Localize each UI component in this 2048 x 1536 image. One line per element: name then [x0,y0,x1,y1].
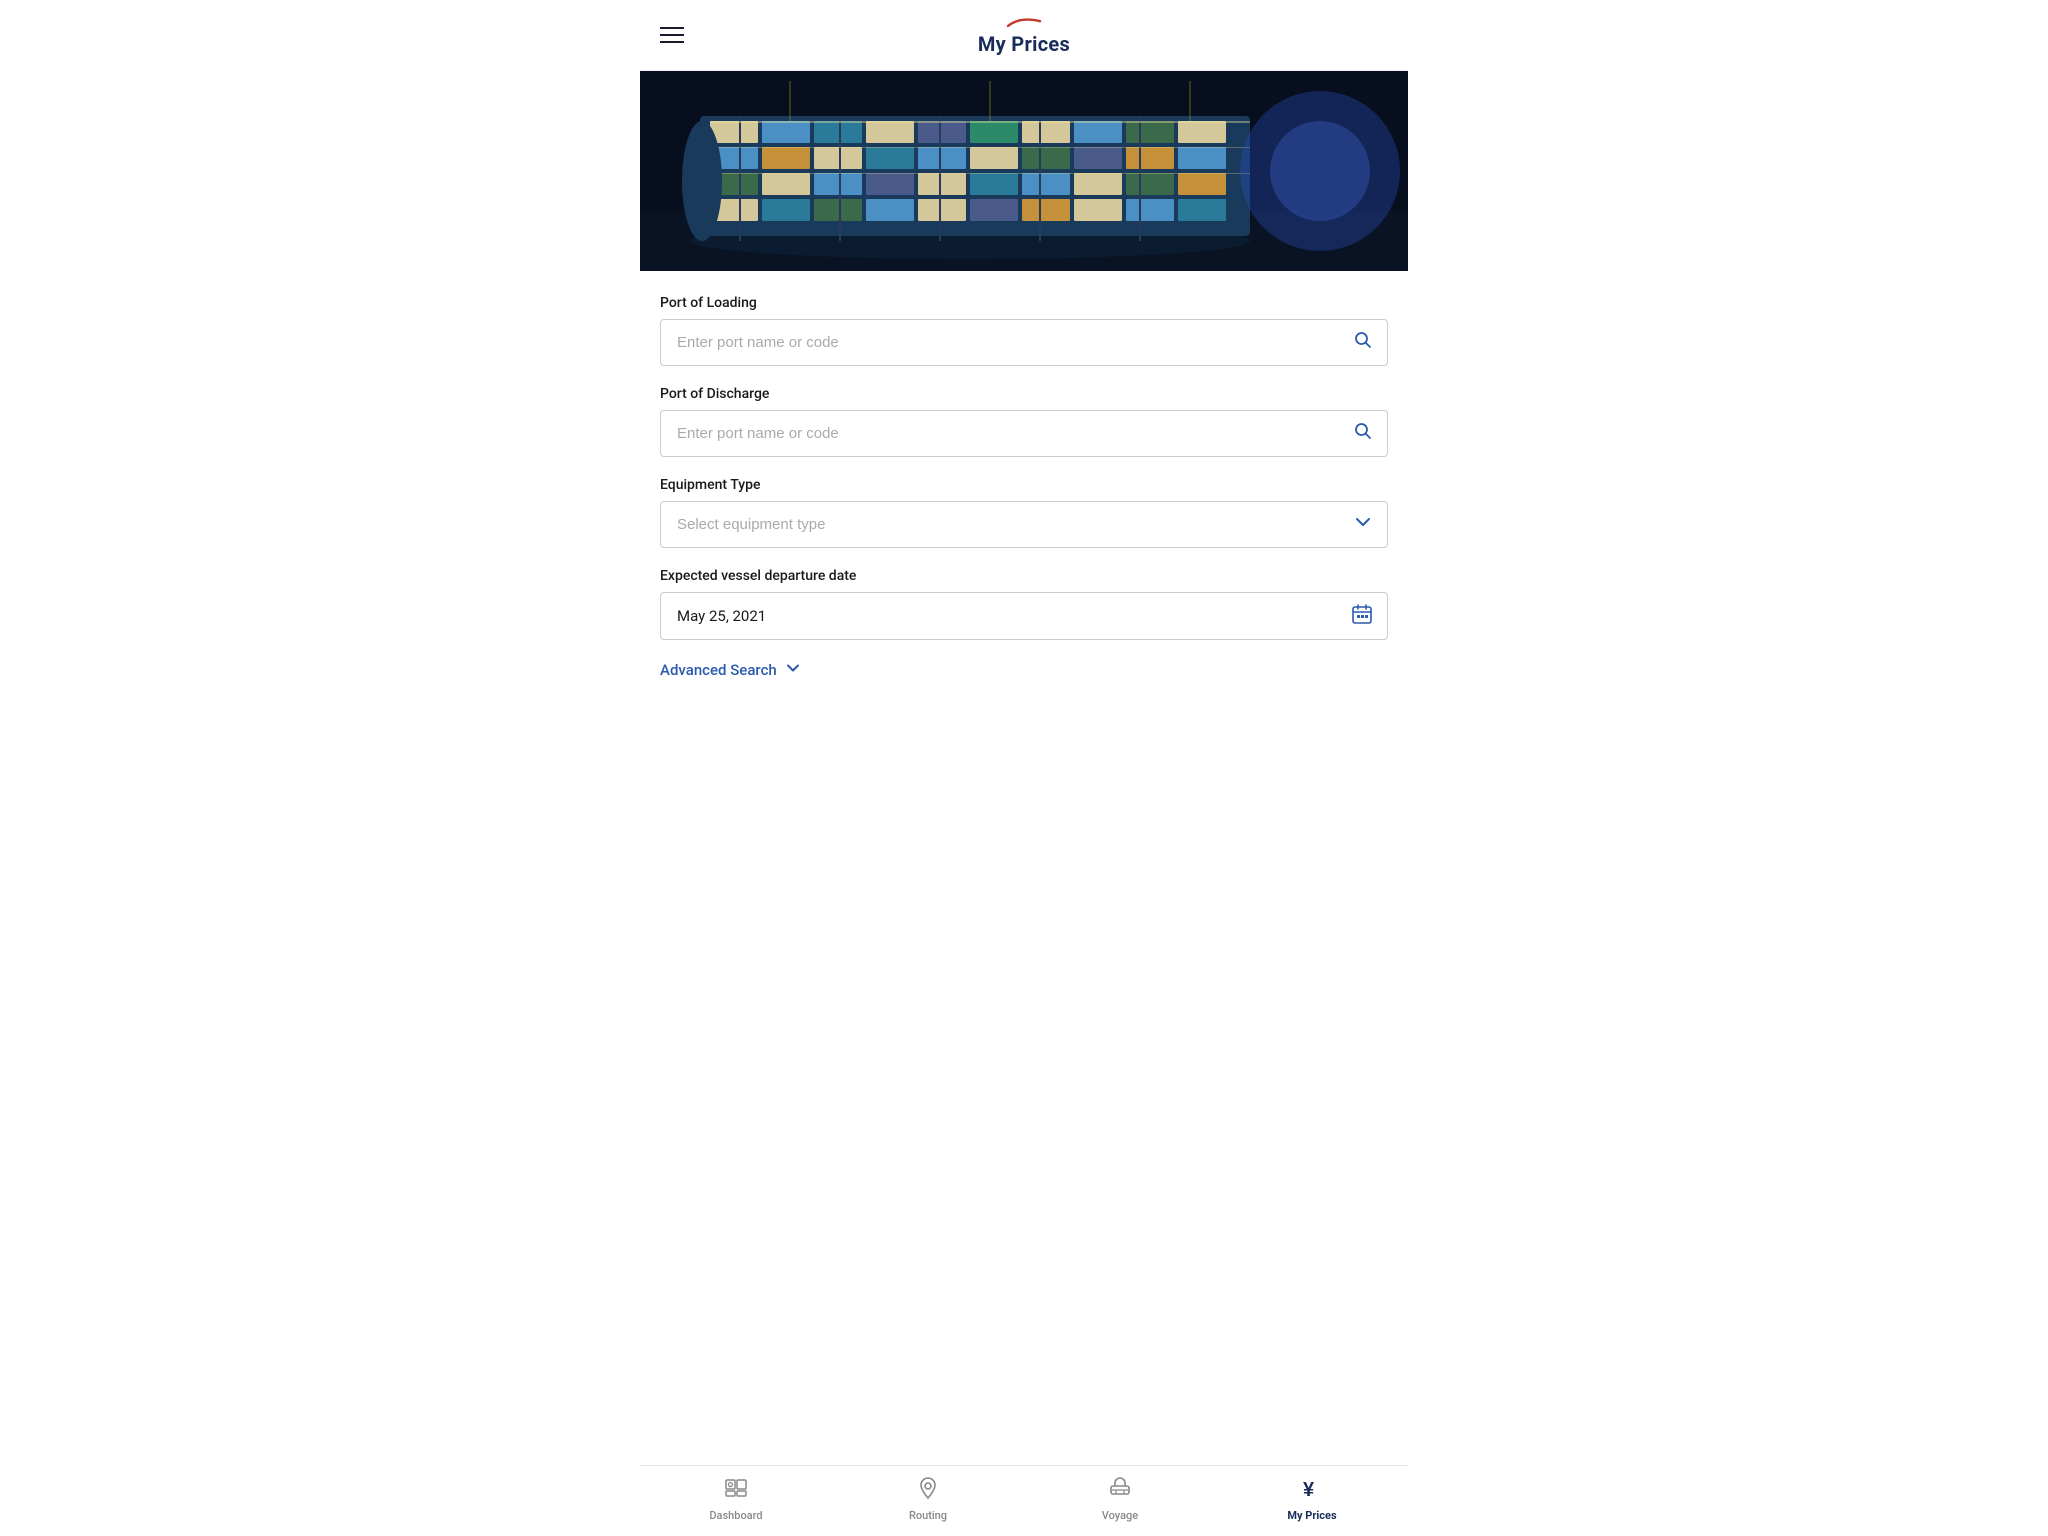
search-form: Port of Loading Port of Discharge [640,271,1408,704]
port-of-loading-input[interactable] [661,320,1339,365]
advanced-search-toggle[interactable]: Advanced Search [660,660,1388,680]
departure-date-field: Expected vessel departure date May 25, 2… [660,568,1388,640]
nav-my-prices-label: My Prices [1287,1509,1336,1522]
calendar-icon [1337,603,1387,630]
ship-illustration [640,71,1408,271]
departure-date-value: May 25, 2021 [661,593,1337,639]
advanced-search-label: Advanced Search [660,661,777,679]
port-of-loading-search-icon [1339,330,1387,355]
port-of-discharge-field: Port of Discharge [660,386,1388,457]
nav-item-routing[interactable]: Routing [832,1466,1024,1536]
nav-dashboard-label: Dashboard [709,1509,762,1522]
page-title: My Prices [978,32,1070,56]
equipment-type-select-wrapper[interactable]: Select equipment type 20' GP 40' GP 40' … [660,501,1388,548]
nav-item-my-prices[interactable]: ¥ My Prices [1216,1466,1408,1536]
equipment-type-select[interactable]: Select equipment type 20' GP 40' GP 40' … [661,502,1339,547]
nav-item-dashboard[interactable]: Dashboard [640,1466,832,1536]
departure-date-label: Expected vessel departure date [660,568,1388,584]
bottom-navigation: Dashboard Routing Voyage [640,1465,1408,1536]
nav-routing-label: Routing [909,1509,947,1522]
header-logo-title: My Prices [978,14,1070,56]
nav-spacer [640,704,1408,784]
departure-date-picker[interactable]: May 25, 2021 [660,592,1388,640]
hero-banner [640,71,1408,271]
svg-text:¥: ¥ [1303,1479,1315,1500]
routing-icon [916,1476,940,1505]
advanced-search-chevron-down-icon [785,660,801,680]
nav-item-voyage[interactable]: Voyage [1024,1466,1216,1536]
menu-button[interactable] [660,27,684,43]
dashboard-icon [724,1476,748,1505]
nav-voyage-label: Voyage [1102,1509,1138,1522]
port-of-loading-field: Port of Loading [660,295,1388,366]
port-of-discharge-input[interactable] [661,411,1339,456]
port-of-discharge-label: Port of Discharge [660,386,1388,402]
voyage-icon [1108,1476,1132,1505]
brand-logo [1004,14,1044,30]
equipment-type-label: Equipment Type [660,477,1388,493]
my-prices-icon: ¥ [1300,1476,1324,1505]
port-of-loading-label: Port of Loading [660,295,1388,311]
header: My Prices [640,0,1408,71]
port-of-loading-input-wrapper[interactable] [660,319,1388,366]
port-of-discharge-search-icon [1339,421,1387,446]
equipment-type-field: Equipment Type Select equipment type 20'… [660,477,1388,548]
port-of-discharge-input-wrapper[interactable] [660,410,1388,457]
equipment-type-chevron-down-icon [1339,512,1387,537]
